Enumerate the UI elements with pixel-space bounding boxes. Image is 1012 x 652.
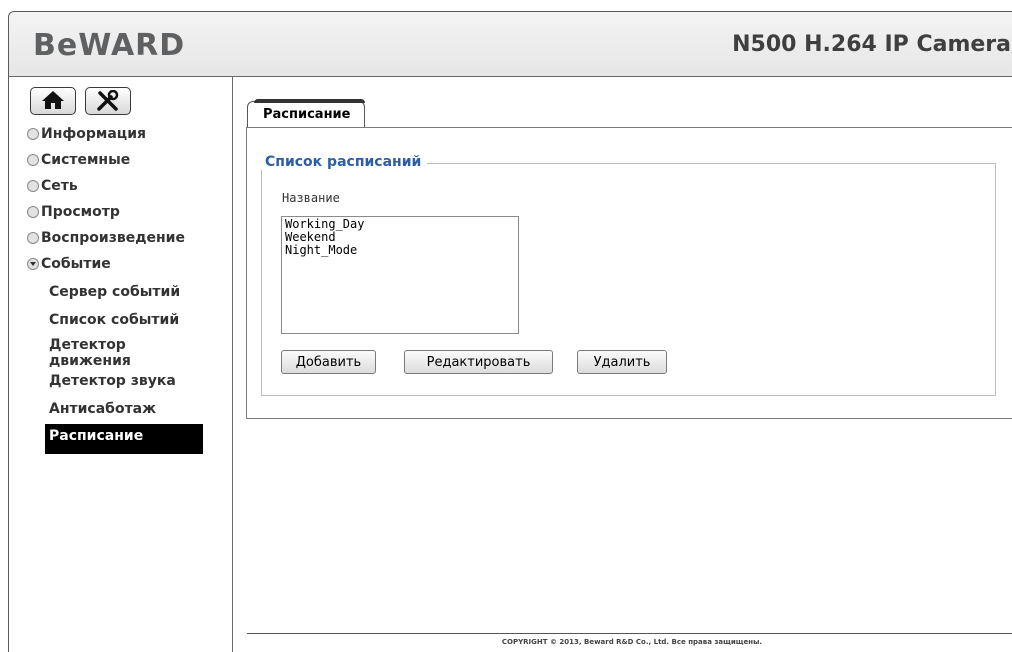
bullet-icon xyxy=(27,128,39,140)
brand-logo: BeWARD xyxy=(33,28,186,63)
sidebar-menu: Информация Системные Сеть Просмотр Воспр… xyxy=(27,121,204,460)
sidebar-item-network[interactable]: Сеть xyxy=(27,173,204,199)
bullet-icon xyxy=(27,232,39,244)
delete-button[interactable]: Удалить xyxy=(577,350,667,374)
submenu-item-tamper[interactable]: Антисаботаж xyxy=(45,398,204,420)
submenu-item-event-server[interactable]: Сервер событий xyxy=(45,281,204,303)
sidebar-item-view[interactable]: Просмотр xyxy=(27,199,204,225)
submenu-item-schedule[interactable]: Расписание xyxy=(45,424,203,454)
sidebar-item-info[interactable]: Информация xyxy=(27,121,204,147)
column-header-name: Название xyxy=(282,191,340,205)
sidebar-item-label: Событие xyxy=(41,256,111,272)
fieldset-title: Список расписаний xyxy=(261,154,428,170)
submenu-item-motion-detector[interactable]: Детектор движения xyxy=(45,337,204,369)
bullet-icon xyxy=(27,206,39,218)
sidebar-item-label: Просмотр xyxy=(41,204,120,220)
product-title: N500 H.264 IP Camera xyxy=(732,32,1011,57)
expanded-bullet-icon xyxy=(27,258,39,270)
sidebar: Информация Системные Сеть Просмотр Воспр… xyxy=(9,77,233,652)
schedule-list-fieldset: Список расписаний Название Working_Day W… xyxy=(261,154,996,396)
schedule-listbox[interactable]: Working_Day Weekend Night_Mode xyxy=(281,216,519,334)
header: BeWARD N500 H.264 IP Camera xyxy=(9,12,1012,77)
main-content: Расписание Список расписаний Название Wo… xyxy=(233,77,1012,652)
tab-schedule[interactable]: Расписание xyxy=(247,99,365,128)
settings-button[interactable] xyxy=(85,87,132,115)
tab-panel: Список расписаний Название Working_Day W… xyxy=(246,127,1012,419)
sidebar-item-event[interactable]: Событие xyxy=(27,251,204,277)
event-submenu: Сервер событий Список событий Детектор д… xyxy=(45,281,204,454)
sidebar-item-system[interactable]: Системные xyxy=(27,147,204,173)
sidebar-item-label: Воспроизведение xyxy=(41,230,185,246)
footer-divider xyxy=(247,633,1012,634)
edit-button[interactable]: Редактировать xyxy=(404,350,553,374)
toolbar xyxy=(30,87,135,115)
submenu-item-event-list[interactable]: Список событий xyxy=(45,309,204,331)
add-button[interactable]: Добавить xyxy=(281,350,376,374)
sidebar-item-playback[interactable]: Воспроизведение xyxy=(27,225,204,251)
home-button[interactable] xyxy=(30,87,76,115)
app-frame: BeWARD N500 H.264 IP Camera Информация С… xyxy=(8,11,1012,652)
bullet-icon xyxy=(27,180,39,192)
sidebar-item-label: Системные xyxy=(41,152,131,168)
home-icon xyxy=(42,91,64,109)
submenu-item-audio-detector[interactable]: Детектор звука xyxy=(45,373,204,392)
sidebar-item-label: Информация xyxy=(41,126,146,142)
tools-icon xyxy=(97,90,119,111)
list-item[interactable]: Night_Mode xyxy=(285,244,515,257)
bullet-icon xyxy=(27,154,39,166)
sidebar-item-label: Сеть xyxy=(41,178,78,194)
